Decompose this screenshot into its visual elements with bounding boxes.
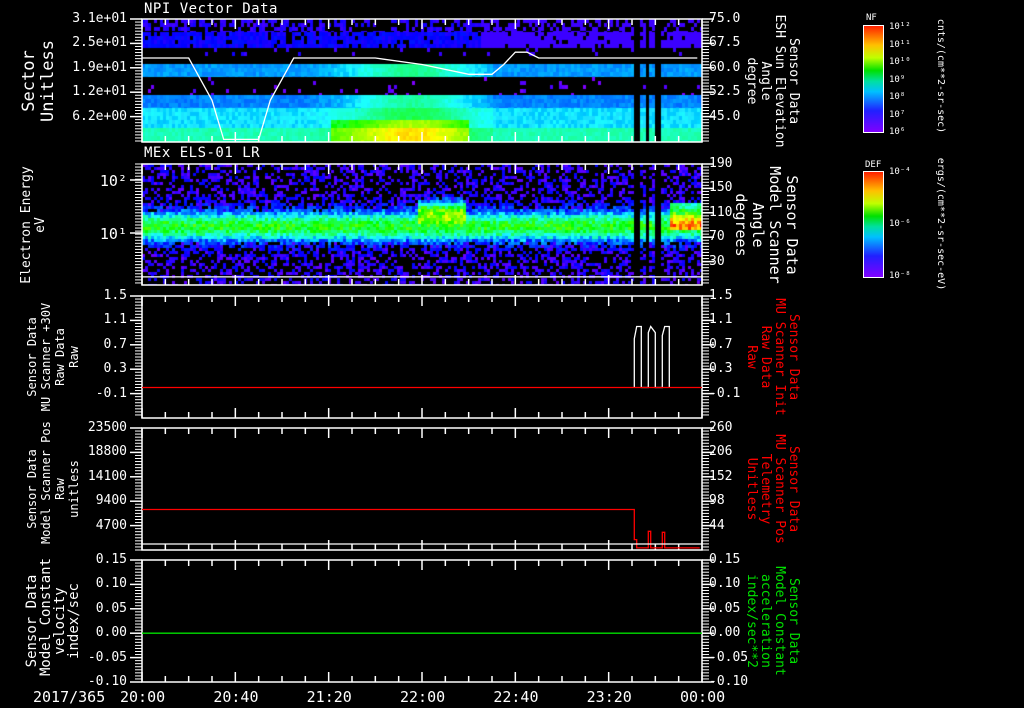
panel-frame [141, 18, 703, 143]
y-axis-title: Sensor Data Model Constant velocity inde… [24, 557, 82, 676]
y-tick-label-right: 67.5 [709, 35, 741, 51]
y-tick-label-right: 60.0 [709, 59, 741, 75]
y-tick-label-right: 30 [709, 253, 725, 269]
y-tick-label-right: 1.5 [709, 288, 733, 303]
y-tick-label-right: 1.1 [709, 312, 733, 328]
y-axis-title: Sensor Data Model Scanner Pos Raw unitle… [25, 421, 81, 544]
nf-colorbar-label: NF [866, 13, 877, 23]
y-tick-label-right: 98 [709, 493, 725, 509]
y-axis-title: Electron Energy eV [19, 165, 48, 284]
nf-colorbar-tick: 10¹⁰ [889, 57, 911, 67]
panel-frame [141, 427, 703, 551]
time-tick-label: 20:00 [120, 688, 166, 706]
y-tick-label-right: 52.5 [709, 84, 741, 100]
y-axis-title-right: Sensor Data MU Scanner Init Raw Data Raw [744, 298, 801, 416]
def-colorbar-label: DEF [865, 160, 882, 170]
def-colorbar-units: ergs/(cm**2-sr-sec-eV) [935, 157, 946, 291]
nf-colorbar [863, 25, 884, 133]
y-tick-label-right: 206 [709, 444, 733, 460]
y-tick-label-right: 0.10 [709, 576, 741, 592]
y-tick-label: 0.15 [95, 552, 127, 567]
y-axis-title-right: Sensor Data Model Constant acceleration … [744, 566, 801, 676]
nf-colorbar-tick: 10⁶ [889, 127, 906, 137]
time-tick-label: 22:40 [493, 688, 539, 706]
y-tick-label-right: 45.0 [709, 108, 741, 124]
panel-frame [141, 163, 703, 286]
def-colorbar-tick: 10⁻⁶ [889, 219, 911, 229]
y-tick-label-right: 44 [709, 517, 725, 533]
mu-scanner-line-0 [633, 325, 670, 389]
panel1-title: NPI Vector Data [144, 1, 278, 17]
panel-frame [141, 559, 703, 683]
y-tick-label-right: 152 [709, 468, 733, 484]
time-tick-label: 23:20 [586, 688, 632, 706]
nf-colorbar-tick: 10¹¹ [889, 39, 911, 50]
y-tick-label-right: 0.3 [709, 361, 733, 377]
scanner-pos-line-0 [142, 508, 700, 549]
date-label: 2017/365 [33, 688, 106, 706]
time-tick-label: 21:20 [306, 688, 352, 706]
y-tick-label-right: 75.0 [709, 11, 741, 26]
def-colorbar [863, 171, 884, 278]
y-tick-label-right: 0.00 [709, 625, 741, 641]
y-tick-label: -0.10 [87, 674, 127, 689]
nf-colorbar-tick: 10¹² [889, 22, 911, 32]
y-tick-label-right: 190 [709, 156, 733, 171]
nf-colorbar-tick: 10⁷ [889, 109, 906, 120]
y-tick-label-right: 0.15 [709, 552, 741, 567]
nf-colorbar-units: cnts/(cm**2-sr-sec) [935, 18, 946, 134]
def-colorbar-tick: 10⁻⁴ [889, 167, 911, 177]
y-tick-label-right: 260 [709, 420, 733, 435]
y-tick-label-right: -0.1 [709, 385, 741, 401]
y-tick-label-right: 150 [709, 180, 733, 196]
y-tick-label-right: 0.05 [709, 600, 741, 616]
sun-elevation-line [142, 51, 698, 141]
y-tick-label-right: 110 [709, 204, 733, 220]
def-colorbar-tick: 10⁻⁸ [889, 271, 911, 281]
time-tick-label: 20:40 [213, 688, 259, 706]
y-tick-label-right: 0.7 [709, 336, 733, 352]
nf-colorbar-tick: 10⁹ [889, 74, 906, 85]
y-tick-label: 23500 [87, 420, 127, 435]
panel2-title: MEx ELS-01 LR [144, 145, 261, 161]
y-tick-label: 1.5 [103, 288, 127, 303]
y-axis-title: Sensor Data MU Scanner +30V Raw Data Raw [25, 302, 81, 412]
time-tick-label: 00:00 [680, 688, 726, 706]
nf-colorbar-tick: 10⁸ [889, 92, 906, 102]
y-axis-title-right: Sensor Data MU Scanner Pos Telemetry Uni… [744, 434, 801, 544]
y-axis-title-right: Sensor Data Model Scanner Angle degrees [732, 165, 801, 284]
y-axis-title: Sector Unitless [19, 39, 58, 122]
y-tick-label-right: 70 [709, 229, 725, 245]
y-axis-title-right: Sensor Data ESH Sun Elevation Angle degr… [744, 13, 801, 148]
panel-frame [141, 295, 703, 419]
time-tick-label: 22:00 [400, 688, 446, 706]
